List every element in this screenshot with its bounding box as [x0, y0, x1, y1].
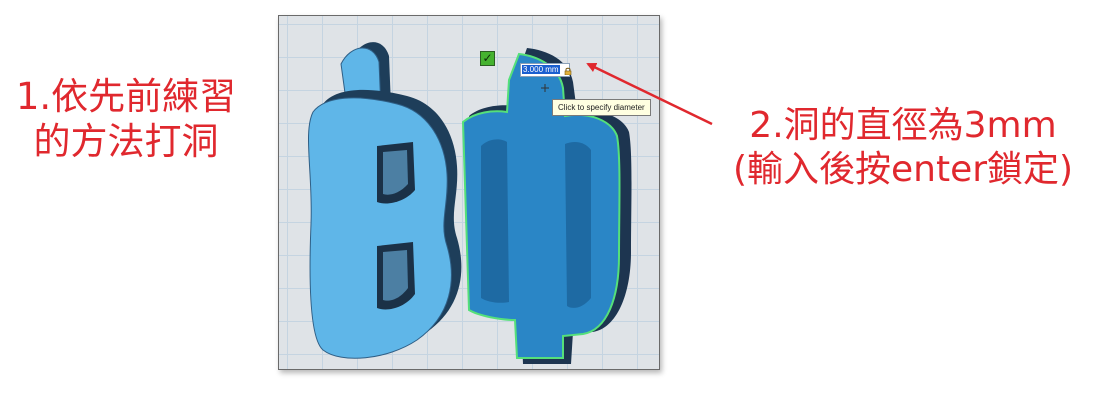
caption-step-2-line-1: 2.洞的直徑為3mm [749, 105, 1057, 146]
left-radical-body [307, 97, 452, 359]
right-radical-inner-right [565, 142, 591, 308]
checkmark-icon: ✓ [482, 51, 493, 65]
caption-step-2: 2.洞的直徑為3mm (輸入後按enter鎖定) [708, 104, 1098, 192]
diameter-input-value: 3.000 mm [522, 65, 560, 74]
caption-step-2-line-2: (輸入後按enter鎖定) [732, 148, 1074, 190]
model-left-radical[interactable] [307, 42, 462, 359]
diameter-input[interactable]: 3.000 mm [520, 63, 570, 77]
caption-step-1-line-1: 1.依先前練習 [15, 75, 237, 118]
3d-viewport[interactable]: ✓ 3.000 mm Click to specify diameter [278, 15, 660, 370]
confirm-checkmark-button[interactable]: ✓ [480, 51, 495, 66]
slide: 1.依先前練習 的方法打洞 ✓ 3.000 mm Click to specif… [0, 0, 1102, 400]
model-scene [307, 42, 632, 364]
model-right-radical-selected[interactable] [461, 48, 632, 364]
right-radical-inner-left [481, 139, 509, 303]
lock-icon[interactable] [564, 67, 572, 75]
caption-step-1-line-2: 的方法打洞 [33, 120, 219, 164]
caption-step-1: 1.依先前練習 的方法打洞 [6, 74, 246, 164]
diameter-tooltip: Click to specify diameter [552, 99, 651, 116]
